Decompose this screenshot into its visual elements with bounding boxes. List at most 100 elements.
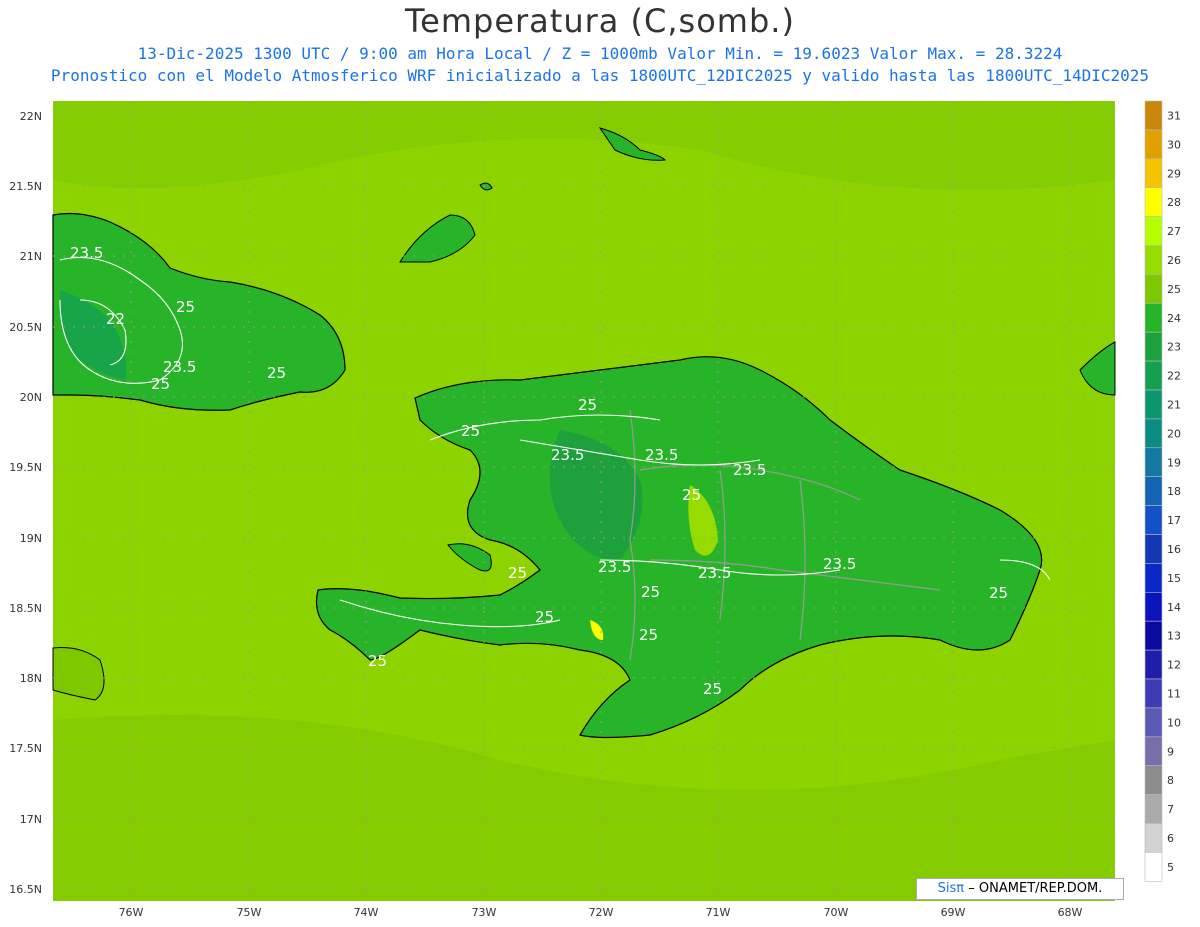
contour-label: 25	[461, 422, 480, 440]
lon-tick: 71W	[706, 906, 731, 919]
credit-box: Sisπ – ONAMET/REP.DOM.	[916, 878, 1124, 900]
contour-label: 25	[641, 583, 660, 601]
colorbar-swatch	[1144, 360, 1163, 391]
colorbar-label: 29	[1167, 167, 1181, 180]
colorbar-swatch	[1144, 649, 1163, 680]
colorbar-label: 27	[1167, 225, 1181, 238]
colorbar-swatch	[1144, 794, 1163, 824]
lon-tick: 68W	[1058, 906, 1083, 919]
contour-label: 23.5	[598, 558, 631, 576]
colorbar-label: 22	[1167, 370, 1181, 383]
lon-tick: 74W	[354, 906, 379, 919]
lon-tick: 69W	[941, 906, 966, 919]
colorbar-swatch	[1144, 245, 1163, 275]
contour-label: 23.5	[551, 446, 584, 464]
contour-label: 25	[703, 680, 722, 698]
colorbar-label: 24	[1167, 312, 1181, 325]
colorbar-label: 14	[1167, 601, 1181, 614]
lon-tick: 72W	[589, 906, 614, 919]
colorbar-swatch	[1144, 302, 1163, 333]
colorbar: 31 30 29 28 27 26 25 24 23 22 21 20 19 18 17 16 15 14 13 12…	[1144, 100, 1181, 882]
contour-label: 25	[176, 298, 195, 316]
lat-tick: 18.5N	[9, 602, 42, 615]
colorbar-label: 5	[1167, 861, 1174, 874]
colorbar-swatch	[1144, 129, 1163, 160]
colorbar-label: 7	[1167, 803, 1174, 816]
contour-label: 23.5	[733, 461, 766, 479]
contour-label: 25	[535, 608, 554, 626]
colorbar-swatch	[1144, 505, 1163, 535]
lat-tick: 19N	[20, 532, 42, 545]
contour-label: 23.5	[698, 564, 731, 582]
contour-label: 25	[578, 396, 597, 414]
colorbar-swatch	[1144, 447, 1163, 477]
colorbar-swatch	[1144, 591, 1163, 622]
colorbar-swatch	[1144, 216, 1163, 246]
lat-tick: 20.5N	[9, 321, 42, 334]
lon-tick: 73W	[472, 906, 497, 919]
lat-tick: 21N	[20, 250, 42, 263]
colorbar-swatch	[1144, 736, 1163, 766]
colorbar-swatch	[1144, 563, 1163, 593]
lat-tick: 17N	[20, 813, 42, 826]
lon-tick: 75W	[237, 906, 262, 919]
lat-tick: 21.5N	[9, 180, 42, 193]
colorbar-swatch	[1144, 852, 1163, 882]
lat-tick: 22N	[20, 110, 42, 123]
lat-axis: 22N 21.5N 21N 20.5N 20N 19.5N 19N 18.5N …	[9, 110, 42, 896]
contour-label: 23.5	[163, 358, 196, 376]
colorbar-label: 16	[1167, 543, 1181, 556]
temperature-map: 23.5 22 25 23.5 25 25 25 25 23.5 23.5 23…	[9, 100, 1181, 919]
contour-label: 23.5	[645, 446, 678, 464]
contour-label: 25	[989, 584, 1008, 602]
credit-text: – ONAMET/REP.DOM.	[968, 881, 1103, 896]
contour-label: 22	[106, 310, 125, 328]
colorbar-label: 17	[1167, 514, 1181, 527]
colorbar-label: 11	[1167, 687, 1181, 700]
colorbar-label: 25	[1167, 283, 1181, 296]
colorbar-label: 13	[1167, 630, 1181, 643]
colorbar-label: 31	[1167, 109, 1181, 122]
colorbar-label: 19	[1167, 456, 1181, 469]
colorbar-swatch	[1144, 418, 1163, 449]
colorbar-label: 18	[1167, 485, 1181, 498]
colorbar-swatch	[1144, 823, 1163, 853]
lat-tick: 20N	[20, 391, 42, 404]
colorbar-swatch	[1144, 389, 1163, 420]
colorbar-swatch	[1144, 100, 1163, 131]
colorbar-label: 26	[1167, 254, 1181, 267]
lat-tick: 19.5N	[9, 461, 42, 474]
contour-label: 25	[151, 375, 170, 393]
colorbar-label: 15	[1167, 572, 1181, 585]
colorbar-swatch	[1144, 187, 1163, 217]
colorbar-swatch	[1144, 707, 1163, 738]
colorbar-swatch	[1144, 476, 1163, 506]
colorbar-swatch	[1144, 678, 1163, 709]
colorbar-label: 30	[1167, 138, 1181, 151]
colorbar-label: 20	[1167, 427, 1181, 440]
lat-tick: 16.5N	[9, 883, 42, 896]
colorbar-label: 28	[1167, 196, 1181, 209]
colorbar-label: 23	[1167, 341, 1181, 354]
lon-axis: 76W 75W 74W 73W 72W 71W 70W 69W 68W	[119, 906, 1083, 919]
colorbar-swatch	[1144, 765, 1163, 795]
colorbar-swatch	[1144, 331, 1163, 362]
contour-label: 25	[267, 364, 286, 382]
contour-label: 23.5	[70, 244, 103, 262]
colorbar-label: 8	[1167, 774, 1174, 787]
colorbar-swatch	[1144, 274, 1163, 304]
sispi-logo: Sisπ	[937, 881, 965, 896]
colorbar-label: 10	[1167, 716, 1181, 729]
contour-label: 25	[508, 564, 527, 582]
colorbar-swatch	[1144, 620, 1163, 651]
colorbar-label: 21	[1167, 398, 1181, 411]
lat-tick: 18N	[20, 672, 42, 685]
colorbar-label: 12	[1167, 659, 1181, 672]
colorbar-swatch	[1144, 534, 1163, 564]
contour-label: 23.5	[823, 555, 856, 573]
lat-tick: 17.5N	[9, 742, 42, 755]
contour-label: 25	[639, 626, 658, 644]
contour-label: 25	[368, 652, 387, 670]
colorbar-label: 9	[1167, 745, 1174, 758]
colorbar-label: 6	[1167, 832, 1174, 845]
